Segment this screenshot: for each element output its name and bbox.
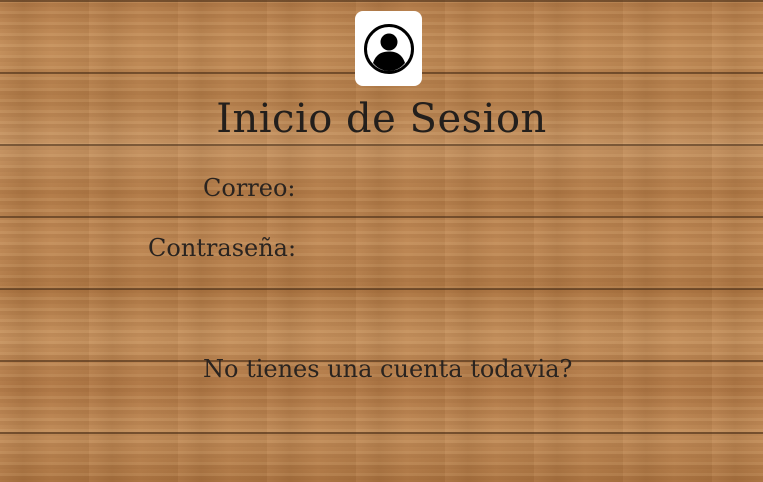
password-label: Contraseña: [148,234,297,262]
email-field[interactable] [300,173,604,205]
email-label: Correo: [203,174,296,202]
user-circle-icon [363,23,414,74]
avatar-card [355,11,422,86]
signup-link[interactable]: No tienes una cuenta todavia? [203,354,572,384]
page-title: Inicio de Sesion [216,96,547,142]
password-field[interactable] [300,233,604,265]
